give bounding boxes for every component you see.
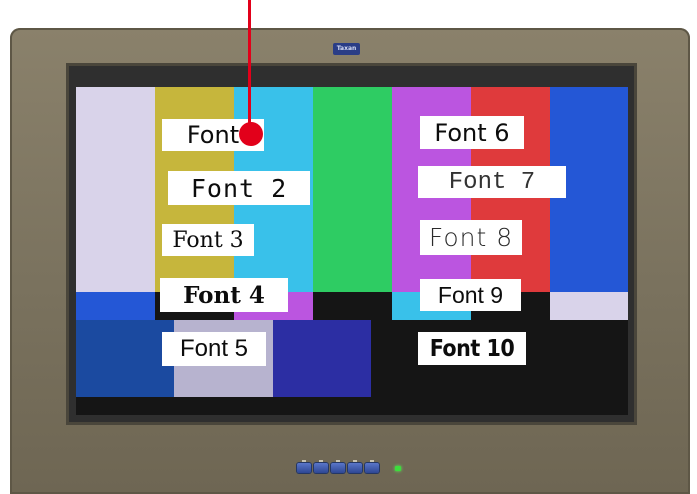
font-label-5: Font 5 (162, 332, 266, 366)
monitor-screen: Font Font 2 Font 3 Font 4 Font 5 Font 6 … (76, 87, 628, 415)
monitor-button-5[interactable] (365, 460, 379, 473)
marker-line (248, 0, 251, 133)
color-bar-lavender (76, 87, 155, 292)
font-label-2: Font 2 (168, 171, 310, 205)
color-bar-green (313, 87, 392, 292)
monitor-button-4[interactable] (348, 460, 362, 473)
monitor-button-2[interactable] (314, 460, 328, 473)
font-label-4: Font 4 (160, 278, 288, 312)
mid-bar-lavender (550, 292, 628, 320)
mid-bar-blue (76, 292, 155, 320)
bottom-block-navy (76, 320, 174, 397)
font-label-8: Font 8 (420, 220, 522, 255)
monitor-controls (295, 460, 413, 478)
brand-logo: Taxan (333, 43, 360, 55)
monitor-button-3[interactable] (331, 460, 345, 473)
bottom-block-indigo (273, 320, 371, 397)
font-label-6: Font 6 (420, 116, 524, 149)
font-label-3: Font 3 (162, 224, 254, 256)
power-led-icon (395, 466, 401, 471)
font-label-9: Font 9 (420, 279, 521, 311)
marker-dot (239, 122, 263, 146)
bottom-strip-black (76, 397, 371, 415)
monitor-button-1[interactable] (297, 460, 311, 473)
font-label-7: Font 7 (418, 166, 566, 198)
mid-bar-black (313, 292, 392, 320)
font-label-10: Font 10 (418, 332, 526, 365)
